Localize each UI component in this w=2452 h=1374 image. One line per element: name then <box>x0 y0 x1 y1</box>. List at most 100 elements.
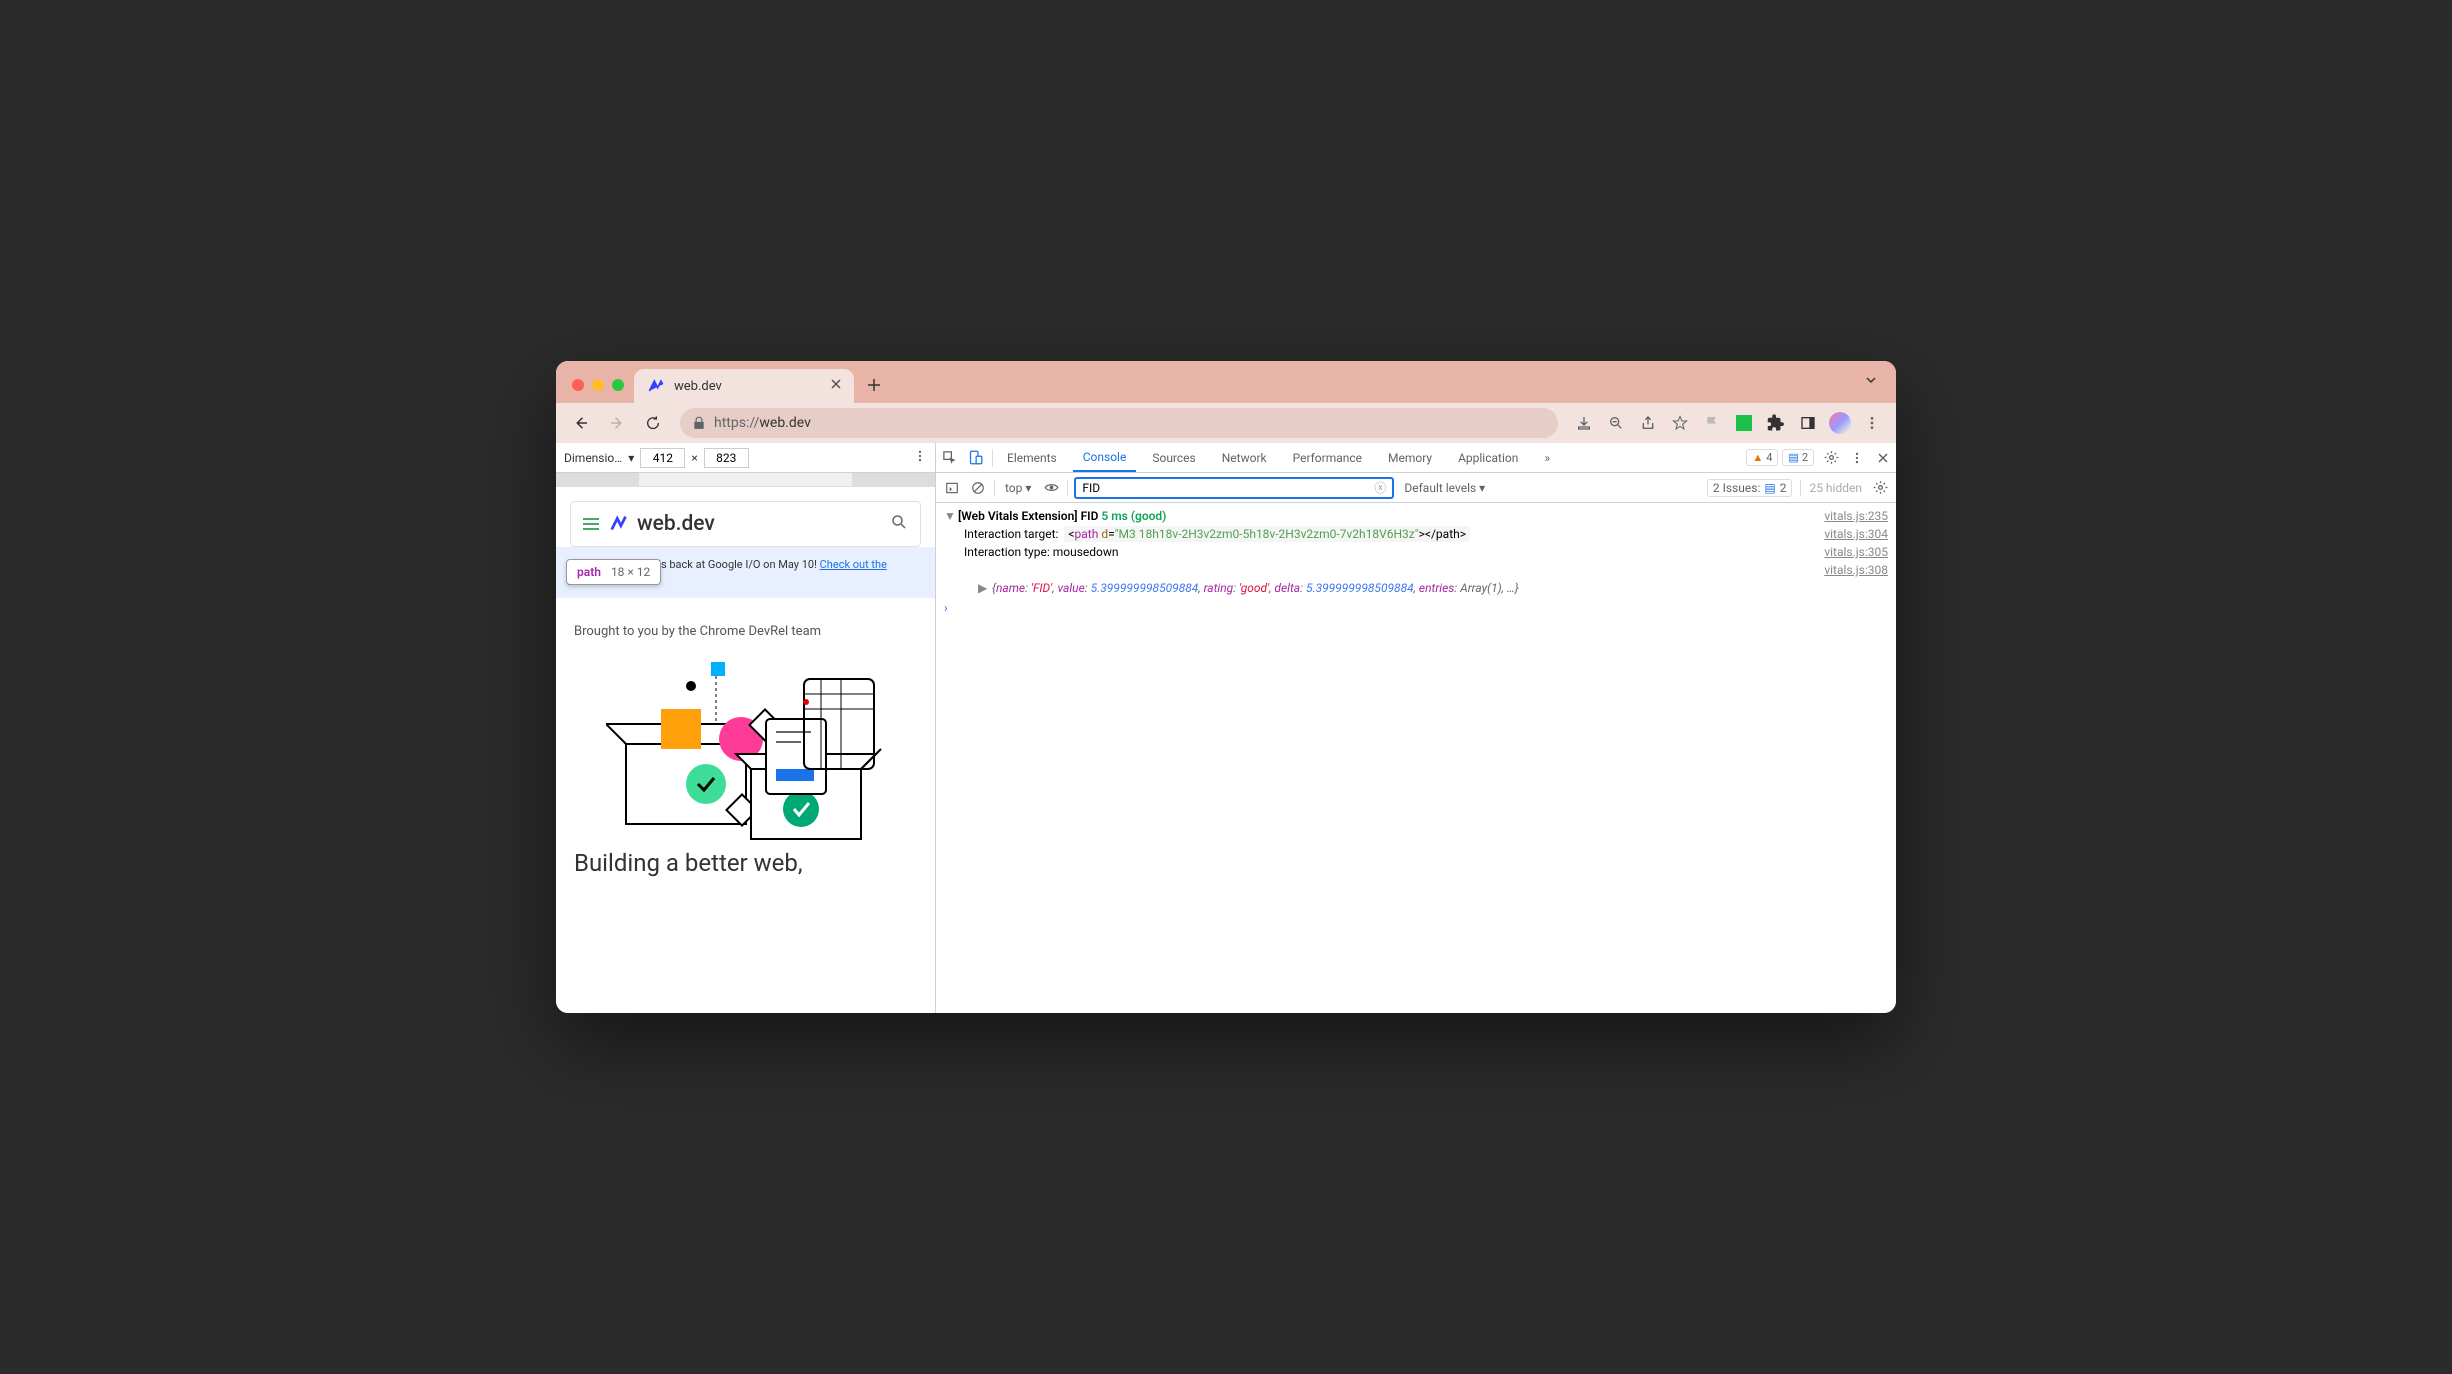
browser-window: web.dev https://web.dev <box>556 361 1896 1013</box>
log-object[interactable]: ▶ {name: 'FID', value: 5.399999998509884… <box>936 579 1896 597</box>
minimize-window-button[interactable] <box>592 379 604 391</box>
log-levels-selector[interactable]: Default levels ▾ <box>1400 481 1489 495</box>
flag-button[interactable] <box>1698 409 1726 437</box>
tabs-menu-button[interactable] <box>1864 372 1878 391</box>
clear-filter-button[interactable]: ⓧ <box>1374 479 1386 496</box>
log-line[interactable]: Interaction type: mousedown vitals.js:30… <box>936 543 1896 561</box>
zoom-button[interactable] <box>1602 409 1630 437</box>
source-link[interactable]: vitals.js:235 <box>1812 509 1888 523</box>
devtools-close-button[interactable] <box>1870 452 1896 464</box>
address-bar[interactable]: https://web.dev <box>680 408 1558 438</box>
bookmark-button[interactable] <box>1666 409 1694 437</box>
search-icon <box>890 513 908 531</box>
dimensions-bar: Dimensio… ▾ × <box>556 443 935 473</box>
forward-button[interactable] <box>602 408 632 438</box>
message-icon: ▤ <box>1764 481 1775 495</box>
dimension-multiply: × <box>691 451 697 465</box>
tab-memory[interactable]: Memory <box>1378 443 1442 472</box>
devtools-tabs: Elements Console Sources Network Perform… <box>936 443 1896 473</box>
avatar-icon <box>1829 412 1851 434</box>
disclosure-triangle-icon[interactable]: ▼ <box>944 509 958 523</box>
console-prompt[interactable]: › <box>936 597 1896 619</box>
hamburger-button[interactable] <box>583 518 599 530</box>
device-toggle-button[interactable] <box>962 450 988 465</box>
console-toolbar: top ▾ ⓧ Default levels ▾ 2 Issues: ▤ 2 2… <box>936 473 1896 503</box>
chrome-menu-button[interactable] <box>1858 409 1886 437</box>
source-link[interactable]: vitals.js:305 <box>1812 545 1888 559</box>
tab-title: web.dev <box>674 379 722 394</box>
plus-icon <box>867 378 881 392</box>
devtools-menu-button[interactable] <box>1844 451 1870 465</box>
console-settings-button[interactable] <box>1870 480 1890 495</box>
tab-elements[interactable]: Elements <box>997 443 1067 472</box>
browser-tab[interactable]: web.dev <box>634 369 854 403</box>
issues-button[interactable]: 2 Issues: ▤ 2 <box>1707 479 1793 497</box>
downloads-button[interactable] <box>1570 409 1598 437</box>
hero-headline: Building a better web, <box>556 849 935 878</box>
console-filter[interactable]: ⓧ <box>1074 477 1394 499</box>
hidden-count: 25 hidden <box>1809 481 1862 495</box>
message-icon: ▤ <box>1788 451 1798 464</box>
site-favicon <box>646 376 666 396</box>
reload-button[interactable] <box>638 408 668 438</box>
toolbar-actions <box>1570 409 1886 437</box>
devtools-settings-button[interactable] <box>1818 450 1844 465</box>
close-window-button[interactable] <box>572 379 584 391</box>
extension-indicator[interactable] <box>1730 409 1758 437</box>
context-selector[interactable]: top ▾ <box>1001 481 1035 495</box>
site-header: web.dev <box>571 502 920 546</box>
log-line[interactable]: Interaction target: <path d="M3 18h18v-2… <box>936 525 1896 543</box>
tab-console[interactable]: Console <box>1073 443 1137 472</box>
disclosure-triangle-icon[interactable]: ▶ <box>978 581 992 595</box>
intro-text: Brought to you by the Chrome DevRel team <box>556 598 935 649</box>
flag-icon <box>1704 415 1720 431</box>
maximize-window-button[interactable] <box>612 379 624 391</box>
site-logo-text: web.dev <box>637 512 715 536</box>
tab-performance[interactable]: Performance <box>1283 443 1372 472</box>
close-tab-button[interactable] <box>830 378 842 394</box>
log-line[interactable]: vitals.js:308 <box>936 561 1896 579</box>
log-line[interactable]: ▼ [Web Vitals Extension] FID 5 ms (good)… <box>936 507 1896 525</box>
toolbar: https://web.dev <box>556 403 1896 443</box>
viewport-ruler[interactable] <box>556 473 935 487</box>
site-search-button[interactable] <box>890 513 908 535</box>
inspect-element-button[interactable] <box>936 450 962 465</box>
new-tab-button[interactable] <box>860 371 888 399</box>
site-logo[interactable]: web.dev <box>609 512 715 536</box>
clear-console-button[interactable] <box>968 481 988 495</box>
chevron-down-icon <box>1864 373 1878 387</box>
hero-illustration <box>556 649 935 849</box>
tab-network[interactable]: Network <box>1212 443 1277 472</box>
star-icon <box>1672 415 1688 431</box>
element-tooltip: path 18 × 12 <box>566 559 661 585</box>
device-menu-button[interactable] <box>913 449 927 466</box>
share-button[interactable] <box>1634 409 1662 437</box>
device-viewport: web.dev path 18 × 12 The Chrome team is … <box>556 487 935 1013</box>
height-input[interactable] <box>704 448 749 468</box>
gear-icon <box>1873 480 1888 495</box>
kebab-icon <box>913 449 927 463</box>
back-button[interactable] <box>566 408 596 438</box>
console-output[interactable]: ▼ [Web Vitals Extension] FID 5 ms (good)… <box>936 503 1896 1013</box>
sidepanel-button[interactable] <box>1794 409 1822 437</box>
device-icon <box>968 450 983 465</box>
share-icon <box>1640 415 1656 431</box>
more-tabs-button[interactable]: » <box>1534 451 1560 465</box>
source-link[interactable]: vitals.js:308 <box>1812 563 1888 577</box>
live-expression-button[interactable] <box>1041 480 1061 495</box>
green-square-icon <box>1736 415 1752 431</box>
warnings-badge[interactable]: ▲4 <box>1746 449 1778 466</box>
chevron-down-icon: ▾ <box>628 451 634 465</box>
width-input[interactable] <box>640 448 685 468</box>
tab-sources[interactable]: Sources <box>1142 443 1205 472</box>
filter-input[interactable] <box>1082 481 1374 495</box>
source-link[interactable]: vitals.js:304 <box>1812 527 1888 541</box>
close-icon <box>1877 452 1889 464</box>
console-sidebar-toggle[interactable] <box>942 481 962 495</box>
arrow-right-icon <box>608 414 626 432</box>
profile-button[interactable] <box>1826 409 1854 437</box>
tab-application[interactable]: Application <box>1448 443 1528 472</box>
dimensions-label[interactable]: Dimensio… <box>564 451 622 465</box>
extensions-button[interactable] <box>1762 409 1790 437</box>
messages-badge[interactable]: ▤2 <box>1782 449 1814 466</box>
